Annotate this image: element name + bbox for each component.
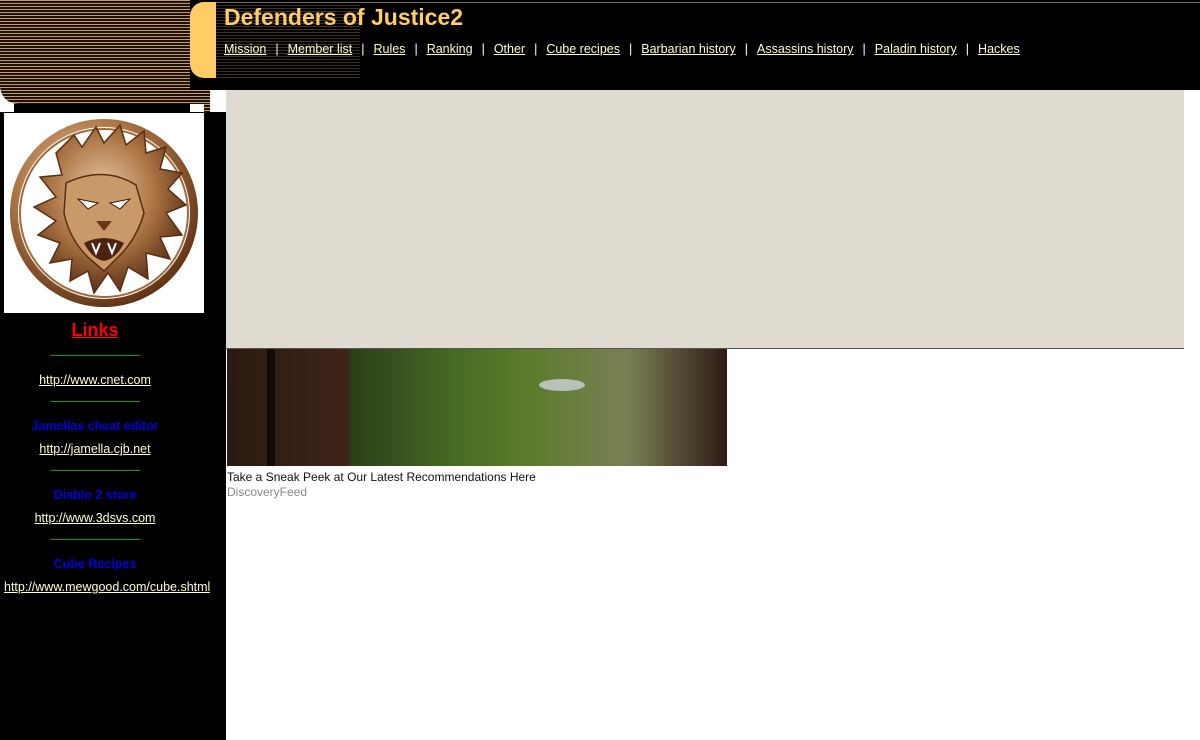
nav-separator: | <box>744 42 748 56</box>
left-sidebar: Links ----------------------------------… <box>0 112 226 740</box>
sidebar-divider: ----------------------------------------… <box>50 534 141 544</box>
photo-frame-edge <box>267 349 275 466</box>
photo-lake <box>539 379 585 391</box>
sidebar-divider: ----------------------------------------… <box>50 465 141 475</box>
sidebar-heading-cube-recipes: Cube Recipes <box>53 557 137 571</box>
nav-barbarian-history[interactable]: Barbarian history <box>641 42 736 56</box>
ad-placeholder <box>226 90 1184 349</box>
lion-head-emblem-icon <box>4 113 204 313</box>
nav-other[interactable]: Other <box>494 42 525 56</box>
nav-ranking[interactable]: Ranking <box>427 42 473 56</box>
sidebar-link-jamella[interactable]: http://jamella.cjb.net <box>0 442 190 456</box>
corner-shelf <box>14 104 190 112</box>
promo-source: DiscoveryFeed <box>227 485 308 499</box>
nav-separator: | <box>481 42 485 56</box>
nav-separator: | <box>862 42 866 56</box>
header-corner-decoration <box>0 0 210 104</box>
nav-rules[interactable]: Rules <box>373 42 405 56</box>
header-topline <box>216 2 1200 3</box>
nav-assassins-history[interactable]: Assassins history <box>757 42 854 56</box>
main-nav: Mission | Member list | Rules | Ranking | Other |… <box>224 42 1020 56</box>
sidebar-heading-jamella: Jamellas cheat editor <box>31 419 159 433</box>
sidebar-divider: ----------------------------------------… <box>50 350 141 360</box>
mountain-valley-photo[interactable] <box>227 349 727 466</box>
sidebar-link-cnet[interactable]: http://www.cnet.com <box>0 373 190 387</box>
nav-cube-recipes[interactable]: Cube recipes <box>546 42 620 56</box>
sidebar-divider: ----------------------------------------… <box>50 396 141 406</box>
nav-separator: | <box>965 42 970 56</box>
nav-separator: | <box>275 42 279 56</box>
header-tab-decoration <box>190 2 216 78</box>
site-header: Defenders of Justice2 Mission | Member lis… <box>190 0 1200 90</box>
nav-separator: | <box>361 42 365 56</box>
promo-caption-link[interactable]: Take a Sneak Peek at Our Latest Recommen… <box>227 470 536 484</box>
nav-hackes[interactable]: Hackes <box>978 42 1020 56</box>
links-title: Links <box>71 320 119 340</box>
nav-member-list[interactable]: Member list <box>288 42 353 56</box>
nav-paladin-history[interactable]: Paladin history <box>875 42 957 56</box>
nav-separator: | <box>534 42 538 56</box>
nav-mission[interactable]: Mission <box>224 42 266 56</box>
sidebar-link-3dsvs[interactable]: http://www.3dsvs.com <box>0 511 190 525</box>
nav-separator: | <box>628 42 633 56</box>
nav-separator: | <box>414 42 418 56</box>
site-title: Defenders of Justice2 <box>224 4 464 30</box>
sidebar-heading-diablo-store: Diablo 2 store <box>53 488 137 502</box>
sidebar-link-mewgood[interactable]: http://www.mewgood.com/cube.shtml <box>4 580 210 594</box>
